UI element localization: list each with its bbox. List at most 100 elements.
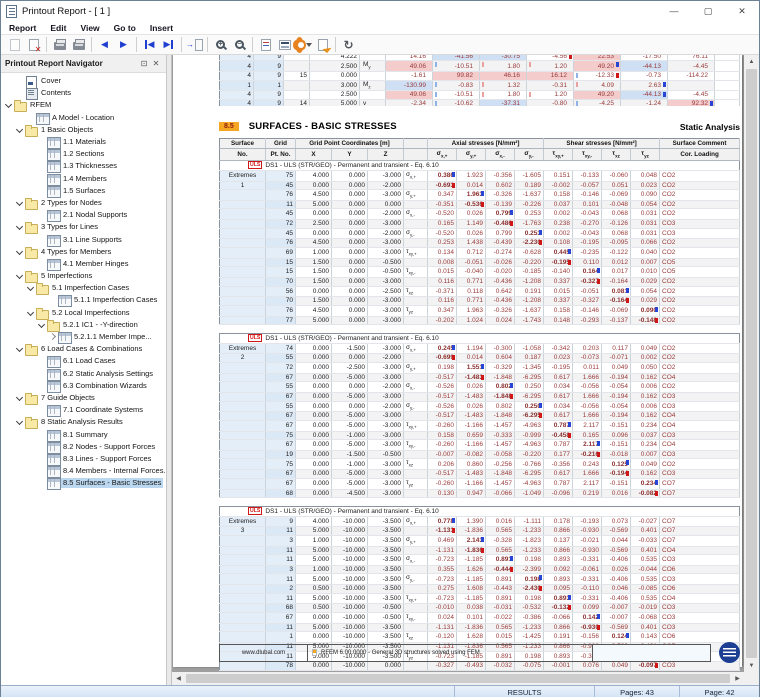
last-page-button[interactable]: ▶	[160, 36, 177, 53]
menu-report[interactable]: Report	[9, 23, 36, 33]
tree-item-7-guide-objects[interactable]: 7 Guide Objects	[1, 392, 166, 404]
close-button[interactable]: ✕	[725, 1, 759, 21]
first-page-button[interactable]: ◀	[141, 36, 158, 53]
menu-insert[interactable]: Insert	[150, 23, 173, 33]
prev-page-button[interactable]: ◀	[96, 36, 113, 53]
tree-item-3-1-line-supports[interactable]: 3.1 Line Supports	[1, 233, 166, 245]
value: 0.787	[554, 441, 570, 448]
chevron-down-icon[interactable]	[14, 222, 25, 232]
vertical-scroll-thumb[interactable]	[746, 69, 757, 658]
zoom-out-button[interactable]: −	[231, 36, 248, 53]
maximize-button[interactable]: ▢	[691, 1, 725, 21]
tree-item-5-imperfections[interactable]: 5 Imperfections	[1, 270, 166, 282]
loading-cell: CO2	[660, 305, 740, 316]
tree-item-1-3-thicknesses[interactable]: 1.3 Thicknesses	[1, 160, 166, 172]
chevron-down-icon[interactable]	[14, 271, 25, 281]
go-to-page-button[interactable]	[186, 36, 203, 53]
chevron-down-icon[interactable]	[14, 247, 25, 257]
table-row: 560.0000.000-2.500τxz-0.3710.1180.6420.1…	[220, 286, 740, 297]
tree-item-8-3-lines-support-forces[interactable]: 8.3 Lines - Support Forces	[1, 453, 166, 465]
print-button[interactable]	[51, 36, 68, 53]
scroll-right-icon[interactable]: ▶	[731, 672, 744, 685]
tree-item-5-2-local-imperfections[interactable]: 5.2 Local Imperfections	[1, 307, 166, 319]
display-settings-button[interactable]	[276, 36, 293, 53]
tree-item-contents[interactable]: Contents	[1, 87, 166, 99]
tree-spacer	[36, 137, 47, 147]
tree-item-4-types-for-members[interactable]: 4 Types for Members	[1, 246, 166, 258]
tree-item-5-2-1-ic1-y-direction[interactable]: 5.2.1 IC1 - -Y-direction	[1, 319, 166, 331]
chevron-down-icon[interactable]	[14, 125, 25, 135]
delete-page-button[interactable]	[25, 36, 42, 53]
tree-item-1-5-surfaces[interactable]: 1.5 Surfaces	[1, 185, 166, 197]
stress-value-cell: 0.866	[544, 623, 573, 632]
extreme-marker-icon	[710, 101, 713, 106]
tree-item-label: 7 Guide Objects	[39, 393, 97, 403]
refresh-button[interactable]: ↻	[340, 36, 357, 53]
value: -0.137	[610, 317, 628, 324]
chevron-down-icon[interactable]	[14, 198, 25, 208]
tree-item-cover[interactable]: Cover	[1, 75, 166, 87]
scroll-up-icon[interactable]: ▲	[745, 55, 758, 68]
tree-item-1-basic-objects[interactable]: 1 Basic Objects	[1, 124, 166, 136]
minimize-button[interactable]: —	[657, 1, 691, 21]
scroll-left-icon[interactable]: ◀	[172, 672, 185, 685]
dock-icon[interactable]: ⊡	[138, 59, 150, 68]
edit-header-button[interactable]	[314, 36, 331, 53]
tree-item-6-2-static-analysis-settings[interactable]: 6.2 Static Analysis Settings	[1, 368, 166, 380]
tree-item-8-2-nodes-support-forces[interactable]: 8.2 Nodes - Support Forces	[1, 441, 166, 453]
vertical-scrollbar[interactable]: ▲ ▼	[744, 55, 759, 672]
tree-item-6-3-combination-wizards[interactable]: 6.3 Combination Wizards	[1, 380, 166, 392]
tree-item-5-2-1-1-member-impe[interactable]: 5.2.1.1 Member Impe...	[1, 331, 166, 343]
table-row: 3115.000-10.000-3.500-1.131-1.8360.565-1…	[220, 527, 740, 536]
chevron-down-icon[interactable]	[3, 100, 14, 110]
next-page-button[interactable]: ▶	[115, 36, 132, 53]
value: 49.20	[598, 63, 614, 70]
chevron-down-icon[interactable]	[14, 344, 25, 354]
chevron-down-icon[interactable]	[14, 417, 25, 427]
tree-item-6-load-cases-combinations[interactable]: 6 Load Cases & Combinations	[1, 343, 166, 355]
coordinate-cell: -3.000	[368, 431, 404, 440]
tree-item-5-1-1-imperfection-cases[interactable]: 5.1.1 Imperfection Cases	[1, 294, 166, 306]
page-setup-button[interactable]	[257, 36, 274, 53]
chevron-down-icon[interactable]	[36, 320, 47, 330]
horizontal-scroll-thumb[interactable]	[186, 674, 730, 683]
loading-cell: CO3	[660, 393, 740, 402]
menu-edit[interactable]: Edit	[50, 23, 66, 33]
tree-item-6-1-load-cases[interactable]: 6.1 Load Cases	[1, 355, 166, 367]
value-cell: -4.45	[668, 61, 715, 72]
tree-item-4-1-member-hinges[interactable]: 4.1 Member Hinges	[1, 258, 166, 270]
tree-item-3-types-for-lines[interactable]: 3 Types for Lines	[1, 221, 166, 233]
tree-item-5-1-imperfection-cases[interactable]: 5.1 Imperfection Cases	[1, 282, 166, 294]
value: 0.092	[554, 566, 570, 573]
coordinate-cell: -10.000	[332, 593, 368, 604]
tree-item-8-static-analysis-results[interactable]: 8 Static Analysis Results	[1, 416, 166, 428]
chevron-down-icon[interactable]	[25, 308, 36, 318]
report-settings-button[interactable]	[295, 36, 312, 53]
chevron-right-icon[interactable]	[47, 332, 58, 342]
tree-item-rfem[interactable]: RFEM	[1, 99, 166, 111]
close-navigator-icon[interactable]: ✕	[150, 59, 162, 68]
value-cell: 1.20	[527, 91, 574, 99]
horizontal-scrollbar[interactable]: ◀ ▶	[172, 672, 744, 685]
tree-item-a-model-location[interactable]: A Model - Location	[1, 112, 166, 124]
tree-item-1-1-materials[interactable]: 1.1 Materials	[1, 136, 166, 148]
tree-item-8-1-summary[interactable]: 8.1 Summary	[1, 428, 166, 440]
tree-item-1-2-sections[interactable]: 1.2 Sections	[1, 148, 166, 160]
chevron-down-icon[interactable]	[14, 393, 25, 403]
tree-item-8-5-surfaces-basic-stresses[interactable]: 8.5 Surfaces - Basic Stresses	[1, 477, 166, 489]
stress-value-cell: 0.771	[457, 297, 486, 306]
chevron-down-icon[interactable]	[25, 283, 36, 293]
tree-item-7-1-coordinate-systems[interactable]: 7.1 Coordinate Systems	[1, 404, 166, 416]
menu-view[interactable]: View	[80, 23, 99, 33]
value: -0.371	[436, 288, 454, 295]
menu-go-to[interactable]: Go to	[114, 23, 136, 33]
zoom-in-button[interactable]: +	[212, 36, 229, 53]
tree-item-1-4-members[interactable]: 1.4 Members	[1, 173, 166, 185]
scroll-down-icon[interactable]: ▼	[745, 659, 758, 672]
print-settings-button[interactable]	[70, 36, 87, 53]
stress-value-cell: 0.238	[544, 220, 573, 229]
new-page-button[interactable]	[6, 36, 23, 53]
tree-item-2-types-for-nodes[interactable]: 2 Types for Nodes	[1, 197, 166, 209]
tree-item-8-4-members-internal-forces[interactable]: 8.4 Members - Internal Forces...	[1, 465, 166, 477]
tree-item-2-1-nodal-supports[interactable]: 2.1 Nodal Supports	[1, 209, 166, 221]
